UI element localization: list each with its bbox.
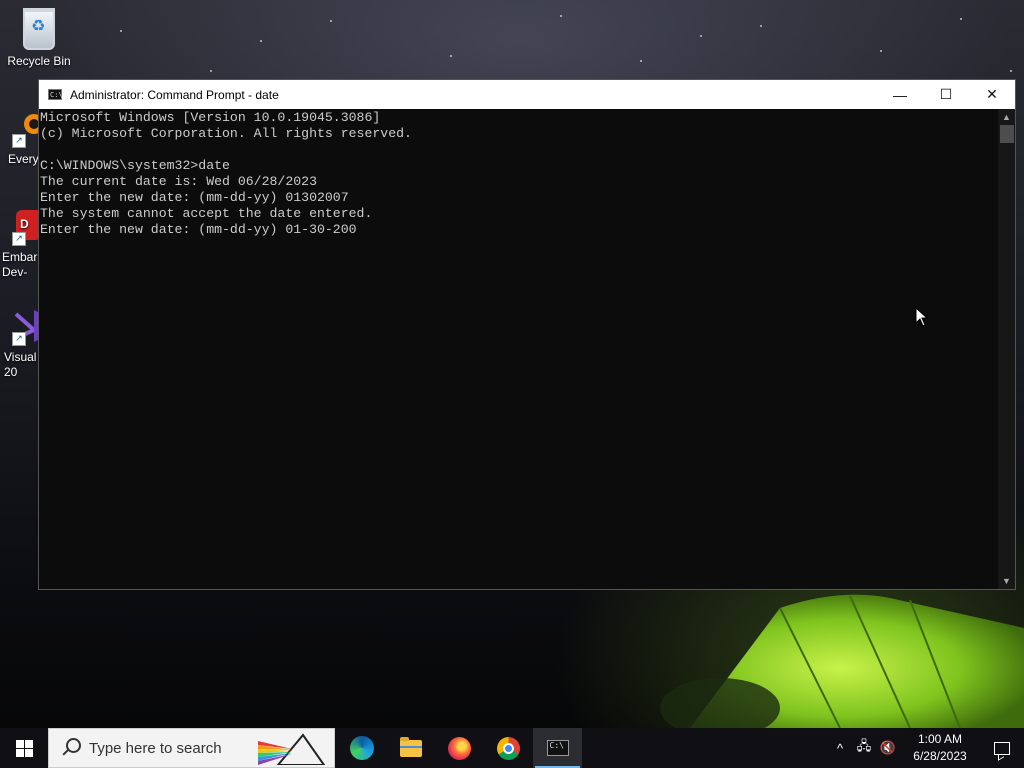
command-prompt-icon: C:\ <box>546 740 569 756</box>
taskbar-command-prompt-button[interactable]: C:\ <box>533 728 582 768</box>
mouse-cursor-icon <box>915 307 929 327</box>
shortcut-arrow-icon: ↗ <box>12 134 26 148</box>
svg-text:D: D <box>20 217 29 231</box>
scroll-down-button[interactable]: ▼ <box>998 573 1015 589</box>
desktop-icon-label: Recycle Bin <box>7 54 71 68</box>
console-line: Enter the new date: (mm-dd-yy) 01302007 <box>40 190 349 205</box>
console-output[interactable]: Microsoft Windows [Version 10.0.19045.30… <box>39 109 999 589</box>
desktop-icon-label: Visual 20 <box>4 350 37 379</box>
taskbar-edge-button[interactable] <box>337 728 386 768</box>
search-placeholder: Type here to search <box>89 739 222 757</box>
taskbar-clock[interactable]: 1:00 AM 6/28/2023 <box>900 731 980 765</box>
shortcut-arrow-icon: ↗ <box>12 232 26 246</box>
search-highlight-prism-icon <box>258 733 326 765</box>
notification-icon <box>994 741 1010 755</box>
taskbar: Type here to search C:\ ^ 🖧 🔇 1:00 AM 6/… <box>0 728 1024 768</box>
chrome-icon <box>497 736 520 760</box>
wallpaper-tent <box>660 594 1024 728</box>
everything-app-icon: ↗ <box>12 110 40 148</box>
taskbar-firefox-button[interactable] <box>435 728 484 768</box>
scrollbar-thumb[interactable] <box>999 125 1014 143</box>
taskbar-chrome-button[interactable] <box>484 728 533 768</box>
start-button[interactable] <box>0 728 48 768</box>
firefox-icon <box>448 736 471 760</box>
desktop-icon-label: Embar Dev- <box>2 250 38 279</box>
desktop-icon-label: Every <box>8 152 39 166</box>
console-input-line[interactable]: Enter the new date: (mm-dd-yy) 01-30-200 <box>40 222 999 238</box>
shortcut-arrow-icon: ↗ <box>12 332 26 346</box>
desktop-icon-visual-studio[interactable]: ↗ Visual 20 <box>0 308 40 380</box>
console-line: C:\WINDOWS\system32>date <box>40 158 230 173</box>
search-icon <box>61 738 81 758</box>
file-explorer-icon <box>399 736 422 757</box>
window-titlebar[interactable]: C:\ Administrator: Command Prompt - date… <box>39 80 1015 109</box>
scroll-up-button[interactable]: ▲ <box>998 109 1015 125</box>
console-line: The current date is: Wed 06/28/2023 <box>40 174 317 189</box>
clock-date: 6/28/2023 <box>913 749 967 763</box>
system-tray: ^ 🖧 🔇 1:00 AM 6/28/2023 <box>828 728 1024 768</box>
minimize-button[interactable]: — <box>877 80 923 109</box>
taskbar-search-box[interactable]: Type here to search <box>48 728 335 768</box>
window-title: Administrator: Command Prompt - date <box>70 87 279 102</box>
desktop-icon-recycle-bin[interactable]: Recycle Bin <box>1 8 77 69</box>
close-button[interactable]: ✕ <box>969 80 1015 109</box>
visual-studio-icon: ↗ <box>12 308 40 346</box>
desktop-icon-embarcadero[interactable]: D ↗ Embar Dev- <box>0 208 40 280</box>
console-line: The system cannot accept the date entere… <box>40 206 373 221</box>
embarcadero-devcpp-icon: D ↗ <box>12 208 40 246</box>
edge-icon <box>349 736 374 760</box>
volume-muted-icon[interactable]: 🔇 <box>876 740 900 756</box>
network-icon[interactable]: 🖧 <box>852 737 876 759</box>
show-hidden-icons-chevron-icon[interactable]: ^ <box>828 741 852 756</box>
desktop-icon-everything[interactable]: ↗ Every <box>0 110 40 167</box>
action-center-button[interactable] <box>980 728 1024 768</box>
maximize-button[interactable]: ☐ <box>923 80 969 109</box>
windows-logo-icon <box>15 739 33 757</box>
clock-time: 1:00 AM <box>917 732 963 746</box>
console-line: (c) Microsoft Corporation. All rights re… <box>40 126 412 141</box>
console-line: Microsoft Windows [Version 10.0.19045.30… <box>40 110 381 125</box>
recycle-bin-icon <box>23 8 55 50</box>
taskbar-file-explorer-button[interactable] <box>386 728 435 768</box>
command-prompt-window[interactable]: C:\ Administrator: Command Prompt - date… <box>38 79 1016 590</box>
command-prompt-icon: C:\ <box>48 89 63 100</box>
vertical-scrollbar[interactable]: ▲ ▼ <box>998 109 1015 589</box>
